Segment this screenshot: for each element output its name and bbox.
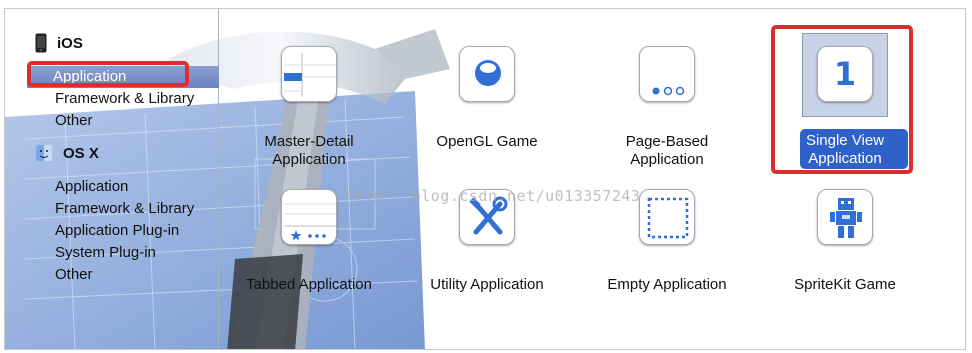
watermark-text: http://blog.csdn.net/u013357243 <box>345 187 641 205</box>
iphone-icon <box>35 33 47 53</box>
sidebar-header-ios: iOS <box>35 32 83 54</box>
template-label: OpenGL Game <box>436 133 538 150</box>
annotation-highlight-template <box>771 25 913 174</box>
finder-icon <box>36 145 52 161</box>
template-page-based[interactable]: Page-Based Application <box>582 44 752 168</box>
sidebar-item-ios-framework-library[interactable]: Framework & Library <box>29 88 219 110</box>
template-opengl-game[interactable]: OpenGL Game <box>402 44 572 164</box>
sidebar-item-label: System Plug-in <box>55 244 156 261</box>
template-chooser-window: iOS Application Framework & Library Othe… <box>4 8 966 350</box>
sidebar-item-osx-other[interactable]: Other <box>29 264 219 286</box>
sidebar-item-label: Application <box>55 178 129 195</box>
template-label-line1: Master-Detail <box>264 133 354 150</box>
tab-bar-icon <box>281 189 337 245</box>
template-label-line2: Application <box>630 151 704 168</box>
template-label-line1: Page-Based <box>625 133 709 150</box>
page-dots-icon <box>639 46 695 102</box>
sidebar-header-osx: OS X <box>35 142 99 164</box>
master-detail-icon <box>281 46 337 102</box>
sidebar-item-label: Framework & Library <box>55 200 195 217</box>
sidebar-item-osx-system-plugin[interactable]: System Plug-in <box>29 242 219 264</box>
sidebar-item-osx-application-plugin[interactable]: Application Plug-in <box>29 220 219 242</box>
sidebar-item-label: Framework & Library <box>55 90 195 107</box>
sidebar-header-label: OS X <box>63 144 99 162</box>
annotation-highlight-sidebar <box>27 61 189 87</box>
template-label: Tabbed Application <box>246 276 372 293</box>
sidebar-item-label: Other <box>55 112 93 129</box>
template-label-line2: Application <box>272 151 346 168</box>
sidebar-header-label: iOS <box>57 34 83 52</box>
opengl-sphere-icon <box>459 46 515 102</box>
sidebar-item-osx-application[interactable]: Application <box>29 176 219 198</box>
sidebar-item-osx-framework-library[interactable]: Framework & Library <box>29 198 219 220</box>
template-label: Empty Application <box>607 276 727 293</box>
template-label: SpriteKit Game <box>794 276 896 293</box>
sidebar-item-label: Other <box>55 266 93 283</box>
template-spritekit[interactable]: SpriteKit Game <box>760 187 930 297</box>
empty-dashed-icon <box>639 189 695 245</box>
sidebar-item-label: Application Plug-in <box>55 222 180 239</box>
sidebar-item-ios-other[interactable]: Other <box>29 110 219 132</box>
template-master-detail[interactable]: Master-Detail Application <box>224 44 394 168</box>
sprite-robot-icon <box>817 189 873 245</box>
template-label: Utility Application <box>430 276 544 293</box>
